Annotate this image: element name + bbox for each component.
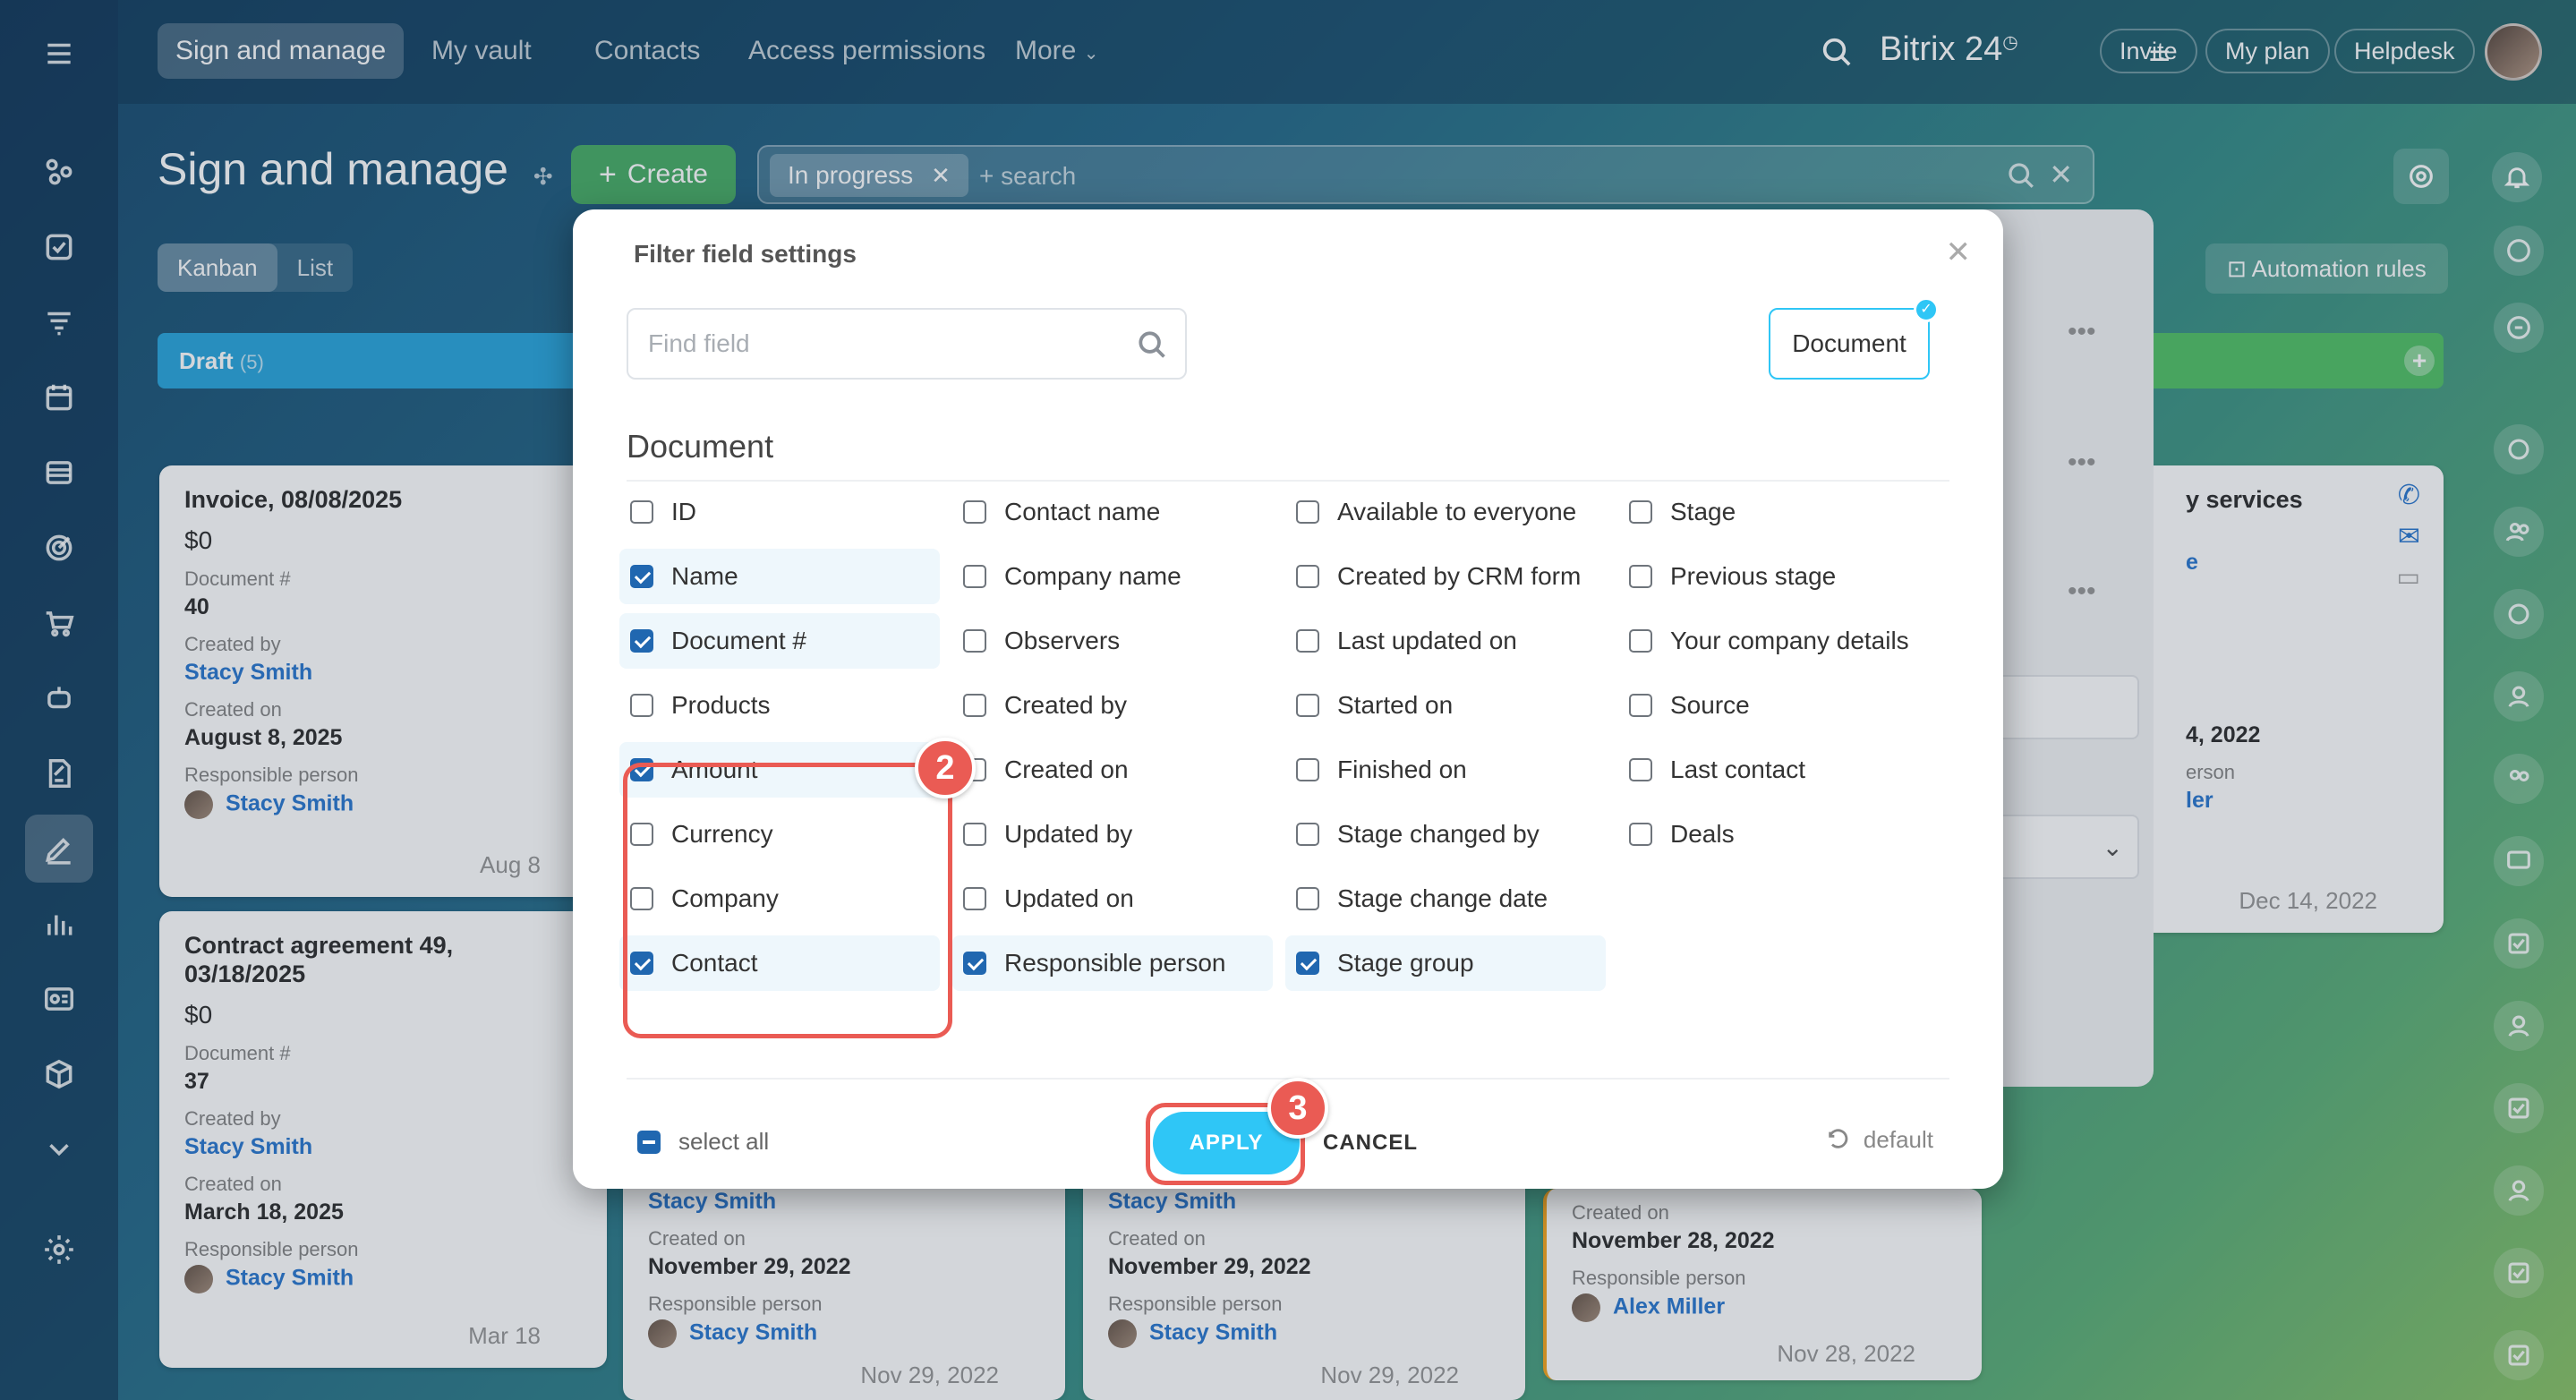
close-icon[interactable]: ✕ [1946, 235, 1972, 270]
checkbox-unchecked[interactable] [1629, 565, 1652, 588]
checkbox-unchecked[interactable] [1629, 500, 1652, 524]
field-option-label: Stage changed by [1337, 820, 1540, 848]
field-option-created-by[interactable]: Created by [952, 678, 1273, 733]
find-field-container [627, 308, 1187, 380]
field-option-source[interactable]: Source [1618, 678, 1939, 733]
checkbox-unchecked[interactable] [1296, 629, 1319, 653]
checkbox-unchecked[interactable] [1296, 694, 1319, 717]
field-option-label: Stage group [1337, 949, 1474, 977]
field-option-stage-group[interactable]: Stage group [1285, 935, 1606, 991]
field-option-created-by-crm-form[interactable]: Created by CRM form [1285, 549, 1606, 604]
field-option-previous-stage[interactable]: Previous stage [1618, 549, 1939, 604]
select-all-checkbox[interactable]: select all [637, 1128, 769, 1156]
field-option-label: Document # [671, 627, 806, 654]
field-option-document[interactable]: Document # [619, 613, 940, 669]
field-option-label: Finished on [1337, 755, 1467, 783]
field-option-stage-change-date[interactable]: Stage change date [1285, 871, 1606, 926]
checkbox-unchecked[interactable] [963, 823, 986, 846]
checkbox-unchecked[interactable] [1296, 887, 1319, 910]
field-option-your-company-details[interactable]: Your company details [1618, 613, 1939, 669]
field-option-label: Created on [1004, 755, 1129, 783]
field-option-label: Stage [1670, 498, 1736, 525]
field-option-created-on[interactable]: Created on [952, 742, 1273, 798]
field-option-label: Products [671, 691, 771, 719]
field-option-label: Previous stage [1670, 562, 1837, 590]
field-option-updated-on[interactable]: Updated on [952, 871, 1273, 926]
field-option-label: Responsible person [1004, 949, 1226, 977]
field-option-label: Company name [1004, 562, 1181, 590]
checkbox-unchecked[interactable] [963, 629, 986, 653]
select-all-label: select all [678, 1128, 770, 1155]
checkbox-checked[interactable] [630, 565, 653, 588]
field-option-label: Last updated on [1337, 627, 1517, 654]
find-field-input[interactable] [628, 310, 1112, 378]
cancel-button[interactable]: CANCEL [1323, 1112, 1418, 1174]
field-option-label: Observers [1004, 627, 1121, 654]
section-title: Document [627, 428, 774, 465]
checkbox-unchecked[interactable] [1629, 629, 1652, 653]
checkbox-unchecked[interactable] [1296, 500, 1319, 524]
checkbox-unchecked[interactable] [1296, 823, 1319, 846]
field-option-responsible-person[interactable]: Responsible person [952, 935, 1273, 991]
checkbox-unchecked[interactable] [1629, 823, 1652, 846]
field-option-label: Updated by [1004, 820, 1133, 848]
field-option-last-updated-on[interactable]: Last updated on [1285, 613, 1606, 669]
checkbox-unchecked[interactable] [630, 500, 653, 524]
field-option-updated-by[interactable]: Updated by [952, 807, 1273, 862]
annotation-step-badge: 2 [915, 738, 976, 798]
entity-tab-document[interactable]: Document ✓ [1769, 297, 1939, 380]
field-option-name[interactable]: Name [619, 549, 940, 604]
divider [627, 480, 1949, 482]
default-label: default [1863, 1126, 1933, 1153]
field-option-contact-name[interactable]: Contact name [952, 484, 1273, 540]
partial-check-icon [637, 1130, 661, 1154]
field-option-label: Last contact [1670, 755, 1805, 783]
field-option-last-contact[interactable]: Last contact [1618, 742, 1939, 798]
checkbox-checked[interactable] [630, 629, 653, 653]
field-option-label: Stage change date [1337, 884, 1548, 912]
field-option-products[interactable]: Products [619, 678, 940, 733]
field-option-label: Name [671, 562, 738, 590]
entity-tab-label: Document [1792, 329, 1906, 357]
checkbox-unchecked[interactable] [1629, 758, 1652, 781]
field-option-label: Created by CRM form [1337, 562, 1582, 590]
field-option-observers[interactable]: Observers [952, 613, 1273, 669]
search-icon [1139, 331, 1165, 358]
field-option-stage-changed-by[interactable]: Stage changed by [1285, 807, 1606, 862]
default-button[interactable]: default [1826, 1126, 1933, 1154]
field-option-label: Available to everyone [1337, 498, 1577, 525]
field-option-deals[interactable]: Deals [1618, 807, 1939, 862]
filter-field-settings-dialog: Filter field settings ✕ Document ✓ Docum… [573, 209, 2003, 1189]
checkbox-unchecked[interactable] [963, 565, 986, 588]
checkbox-unchecked[interactable] [1629, 694, 1652, 717]
checkbox-checked[interactable] [963, 952, 986, 975]
checkbox-unchecked[interactable] [963, 500, 986, 524]
checkbox-unchecked[interactable] [1296, 758, 1319, 781]
field-option-stage[interactable]: Stage [1618, 484, 1939, 540]
field-option-started-on[interactable]: Started on [1285, 678, 1606, 733]
checkbox-unchecked[interactable] [963, 887, 986, 910]
checkbox-checked[interactable] [1296, 952, 1319, 975]
field-option-finished-on[interactable]: Finished on [1285, 742, 1606, 798]
checkbox-unchecked[interactable] [1296, 565, 1319, 588]
field-option-company-name[interactable]: Company name [952, 549, 1273, 604]
field-option-label: Deals [1670, 820, 1735, 848]
checkbox-unchecked[interactable] [630, 694, 653, 717]
checkbox-unchecked[interactable] [963, 694, 986, 717]
undo-icon [1829, 1128, 1848, 1148]
annotation-step-badge: 3 [1267, 1078, 1328, 1139]
field-option-id[interactable]: ID [619, 484, 940, 540]
field-option-label: ID [671, 498, 696, 525]
field-option-label: Started on [1337, 691, 1454, 719]
field-option-label: Contact name [1004, 498, 1161, 525]
field-option-label: Updated on [1004, 884, 1134, 912]
check-icon: ✓ [1914, 297, 1939, 322]
field-option-label: Created by [1004, 691, 1127, 719]
annotation-highlight-fields [623, 763, 952, 1038]
field-option-available-to-everyone[interactable]: Available to everyone [1285, 484, 1606, 540]
dialog-title: Filter field settings [634, 240, 857, 268]
field-option-label: Source [1670, 691, 1750, 719]
field-option-label: Your company details [1670, 627, 1909, 654]
